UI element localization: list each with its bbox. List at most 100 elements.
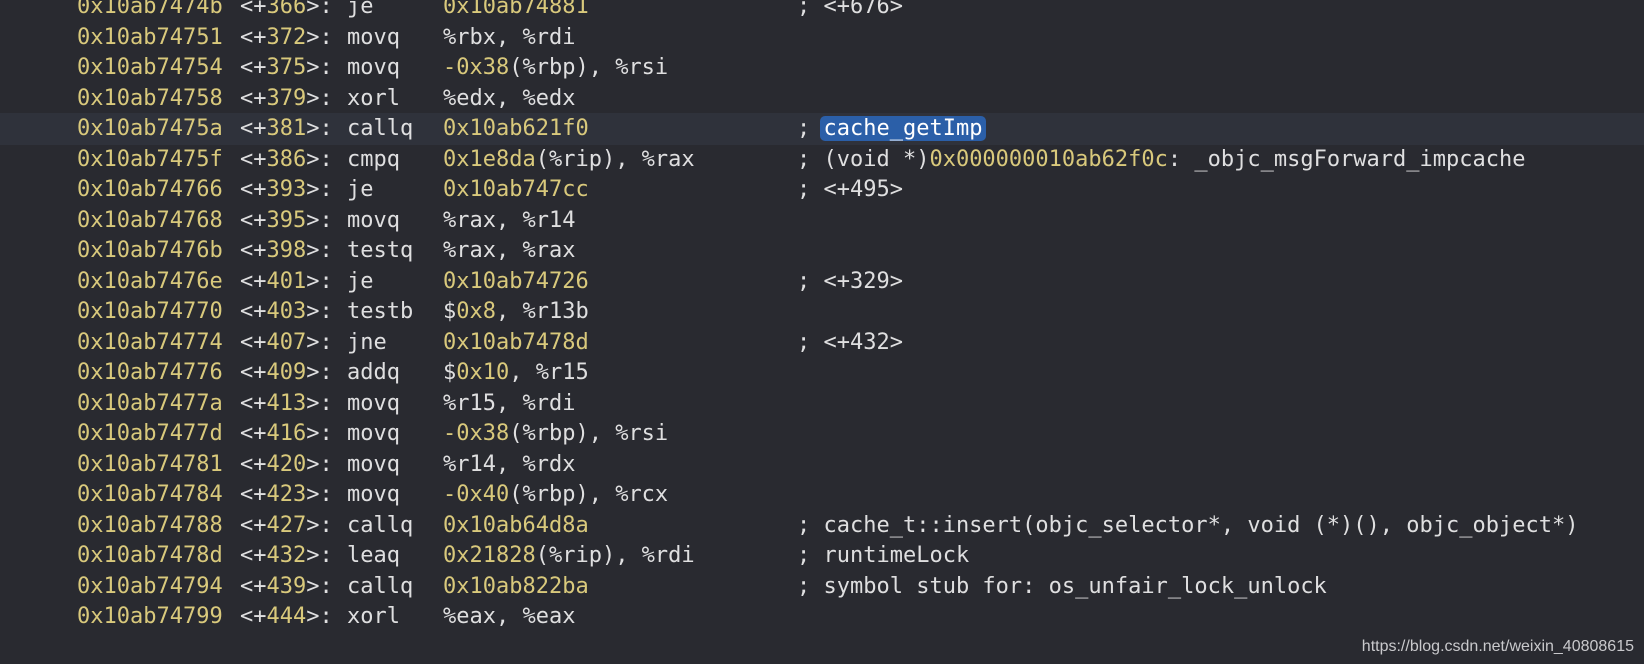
comment-part: : _objc_msgForward_impcache	[1167, 146, 1526, 172]
instruction-operands: %r15, %rdi	[443, 388, 575, 420]
instruction-address: 0x10ab74770	[77, 299, 223, 324]
selected-symbol[interactable]: cache_getImp	[819, 116, 987, 141]
instruction-comment: ; cache_t::insert(objc_selector*, void (…	[797, 512, 1579, 538]
instruction-row[interactable]: 0x10ab74758 <+379>: xorl %edx, %edx	[0, 83, 1644, 115]
instruction-offset: <+366>:	[240, 0, 333, 19]
operand-part: 0x10ab621f0	[443, 116, 589, 141]
instruction-operands: 0x10ab64d8a	[443, 510, 589, 542]
instruction-comment: ; <+329>	[797, 268, 903, 294]
instruction-offset: <+427>:	[240, 512, 333, 538]
instruction-comment: ; <+676>	[797, 0, 903, 19]
instruction-offset: <+416>:	[240, 421, 333, 446]
instruction-mnemonic: xorl	[347, 85, 400, 111]
instruction-row[interactable]: 0x10ab74766 <+393>: je 0x10ab747cc ; <+495>	[0, 174, 1644, 206]
instruction-offset: <+386>:	[240, 146, 333, 172]
instruction-address: 0x10ab74788	[77, 512, 223, 538]
instruction-row[interactable]: 0x10ab7475f <+386>: cmpq 0x1e8da(%rip), %ra…	[0, 144, 1644, 176]
instruction-row[interactable]: 0x10ab74799 <+444>: xorl %eax, %eax	[0, 601, 1644, 633]
operand-part: , %r13b	[496, 299, 589, 324]
instruction-offset: <+420>:	[240, 451, 333, 477]
instruction-operands: 0x10ab621f0	[443, 113, 589, 145]
instruction-offset: <+393>:	[240, 177, 333, 202]
instruction-row[interactable]: 0x10ab74781 <+420>: movq %r14, %rdx	[0, 449, 1644, 481]
operand-part: %edx, %edx	[443, 85, 576, 111]
disassembly-view: 0x10ab7474b <+366>: je 0x10ab74881; <+676> 0…	[0, 0, 1644, 664]
instruction-mnemonic: movq	[347, 482, 400, 507]
instruction-address: 0x10ab74758	[77, 85, 223, 111]
operand-part: 0x8	[456, 299, 496, 324]
instruction-mnemonic: movq	[347, 451, 400, 477]
instruction-row[interactable]: 0x10ab74768 <+395>: movq %rax, %r14	[0, 205, 1644, 237]
instruction-address: 0x10ab7476b	[77, 238, 223, 263]
instruction-mnemonic: movq	[347, 207, 400, 233]
instruction-row[interactable]: 0x10ab7476b <+398>: testq %rax, %rax	[0, 235, 1644, 267]
instruction-row[interactable]: 0x10ab74788 <+427>: callq 0x10ab64d8a ; cach…	[0, 510, 1644, 542]
instruction-address: 0x10ab74751	[77, 24, 223, 50]
instruction-operands: %r14, %rdx	[443, 449, 575, 481]
instruction-mnemonic: movq	[347, 55, 400, 80]
instruction-mnemonic: testq	[347, 238, 414, 263]
instruction-row[interactable]: 0x10ab7477a <+413>: movq %r15, %rdi	[0, 388, 1644, 420]
instruction-address: 0x10ab74754	[77, 55, 223, 80]
instruction-row[interactable]: 0x10ab7478d <+432>: leaq 0x21828(%rip), %rd…	[0, 540, 1644, 572]
instruction-comment: ; <+495>	[797, 177, 903, 202]
instruction-offset: <+375>:	[240, 55, 333, 80]
instruction-address: 0x10ab74766	[77, 177, 223, 202]
instruction-operands: 0x10ab74726	[443, 266, 589, 298]
instruction-row[interactable]: 0x10ab74784 <+423>: movq -0x40(%rbp), %rcx	[0, 479, 1644, 511]
operand-part: 0x10ab7478d	[443, 329, 589, 355]
instruction-row[interactable]: 0x10ab74774 <+407>: jne 0x10ab7478d ; <+432>	[0, 327, 1644, 359]
instruction-address: 0x10ab7475a	[77, 116, 223, 141]
instruction-address: 0x10ab7477d	[77, 421, 223, 446]
instruction-offset: <+432>:	[240, 543, 333, 568]
instruction-row[interactable]: 0x10ab74751 <+372>: movq %rbx, %rdi	[0, 22, 1644, 54]
operand-part: (%rbp), %rsi	[509, 421, 669, 446]
instruction-mnemonic: movq	[347, 24, 400, 50]
instruction-operands: 0x21828(%rip), %rdi	[443, 540, 695, 572]
instruction-row[interactable]: 0x10ab7476e <+401>: je 0x10ab74726 ; <+329>	[0, 266, 1644, 298]
instruction-mnemonic: cmpq	[347, 146, 400, 172]
instruction-address: 0x10ab7477a	[77, 390, 223, 416]
instruction-row[interactable]: 0x10ab74754 <+375>: movq -0x38(%rbp), %rsi	[0, 52, 1644, 84]
watermark-text: https://blog.csdn.net/weixin_40808615	[1361, 638, 1634, 655]
operand-part: -0x38	[443, 55, 510, 80]
operand-part: 0x1e8da	[443, 146, 536, 172]
instruction-operands: -0x40(%rbp), %rcx	[443, 479, 668, 511]
instruction-row[interactable]: 0x10ab74770 <+403>: testb $0x8, %r13b	[0, 296, 1644, 328]
operand-part: 0x10	[456, 360, 510, 385]
operand-part: (%rip), %rax	[535, 146, 695, 172]
operand-part: , %r15	[509, 360, 589, 385]
instruction-row[interactable]: 0x10ab7477d <+416>: movq -0x38(%rbp), %rsi	[0, 418, 1644, 450]
instruction-operands: 0x10ab747cc	[443, 174, 589, 206]
instruction-mnemonic: jne	[347, 329, 387, 355]
instruction-mnemonic: je	[347, 268, 374, 294]
instruction-comment: ; runtimeLock	[797, 543, 970, 568]
instruction-address: 0x10ab74784	[77, 482, 223, 507]
instruction-comment: ; symbol stub for: os_unfair_lock_unlock	[797, 573, 1327, 599]
instruction-address: 0x10ab74776	[77, 360, 223, 385]
instruction-operands: $0x10, %r15	[443, 357, 589, 389]
current-instruction-row[interactable]: 0x10ab7475a <+381>: callq 0x10ab621f0 ; cach…	[0, 113, 1644, 145]
operand-part: (%rbp), %rcx	[509, 482, 669, 507]
operand-part: (%rip), %rdi	[535, 543, 695, 568]
instruction-mnemonic: addq	[347, 360, 400, 385]
instruction-operands: -0x38(%rbp), %rsi	[443, 52, 668, 84]
instruction-operands: %rax, %r14	[443, 205, 575, 237]
operand-part: %eax, %eax	[443, 604, 576, 629]
instruction-address: 0x10ab7476e	[77, 268, 223, 294]
instruction-mnemonic: testb	[347, 299, 414, 324]
instruction-offset: <+401>:	[240, 268, 333, 294]
instruction-mnemonic: callq	[347, 512, 414, 538]
instruction-address: 0x10ab74774	[77, 329, 223, 355]
instruction-operands: $0x8, %r13b	[443, 296, 589, 328]
instruction-row[interactable]: 0x10ab7474b <+366>: je 0x10ab74881 ; <+676>	[0, 0, 1644, 23]
instruction-row[interactable]: 0x10ab74794 <+439>: callq 0x10ab822ba ; symb…	[0, 571, 1644, 603]
instruction-comment: ; <+432>	[797, 329, 903, 355]
operand-part: %rax, %rax	[443, 238, 576, 263]
instruction-row[interactable]: 0x10ab74776 <+409>: addq $0x10, %r15	[0, 357, 1644, 389]
operand-part: 0x10ab74726	[443, 268, 589, 294]
operand-part: $	[443, 360, 457, 385]
operand-part: -0x40	[443, 482, 510, 507]
instruction-offset: <+372>:	[240, 24, 333, 50]
instruction-mnemonic: je	[347, 0, 374, 19]
